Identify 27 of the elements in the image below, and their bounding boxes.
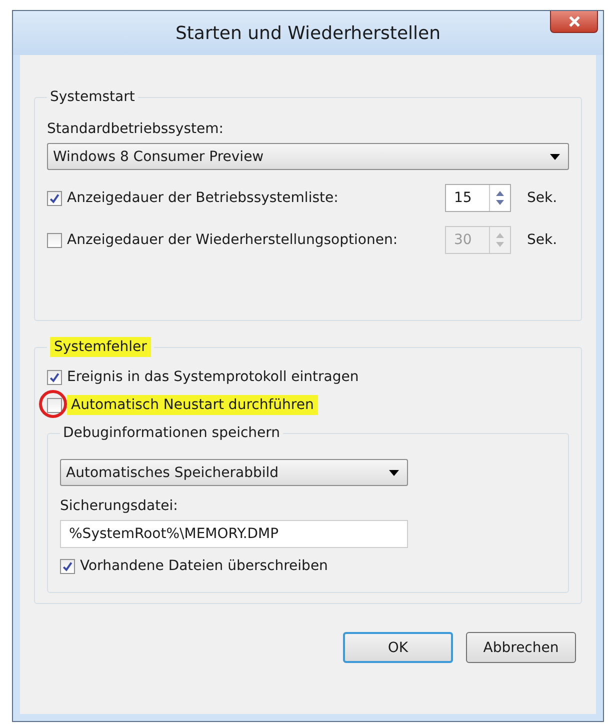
group-title: Debuginformationen speichern: [63, 425, 280, 441]
spin-field[interactable]: 15: [445, 184, 511, 212]
close-icon: [568, 16, 580, 27]
dialog-button[interactable]: OK: [343, 632, 453, 663]
field-label: Standardbetriebssystem:: [47, 121, 224, 137]
checkbox[interactable]: [60, 558, 75, 574]
dropdown-arrow-icon: [389, 470, 399, 476]
checkbox-label: Vorhandene Dateien überschreiben: [80, 558, 328, 574]
file-path-field[interactable]: %SystemRoot%\MEMORY.DMP: [60, 520, 408, 548]
dump-type-dropdown[interactable]: Automatisches Speicherabbild: [60, 459, 408, 486]
group-title: Systemfehler: [50, 337, 151, 357]
window-title: Starten und Wiederherstellen: [175, 22, 441, 44]
checkbox-label: Ereignis in das Systemprotokoll eintragen: [67, 369, 359, 385]
checkbox[interactable]: [47, 370, 62, 384]
dialog-button[interactable]: Abbrechen: [466, 632, 576, 663]
unit-label: Sek.: [527, 232, 558, 248]
os-dropdown[interactable]: Windows 8 Consumer Preview: [47, 143, 569, 170]
close-button[interactable]: [550, 11, 598, 33]
checkbox-label: Anzeigedauer der Betriebssystemliste:: [67, 190, 340, 206]
checkbox-label: Anzeigedauer der Wiederherstellungsoptionen:: [67, 232, 399, 248]
checkbox[interactable]: [47, 190, 62, 206]
group-title: Systemstart: [50, 89, 135, 105]
unit-label: Sek.: [527, 190, 558, 206]
dropdown-arrow-icon: [550, 154, 560, 160]
checkbox[interactable]: [47, 398, 62, 412]
checkbox-label: Automatisch Neustart durchführen: [67, 395, 318, 415]
field-label: Sicherungsdatei:: [60, 498, 179, 514]
